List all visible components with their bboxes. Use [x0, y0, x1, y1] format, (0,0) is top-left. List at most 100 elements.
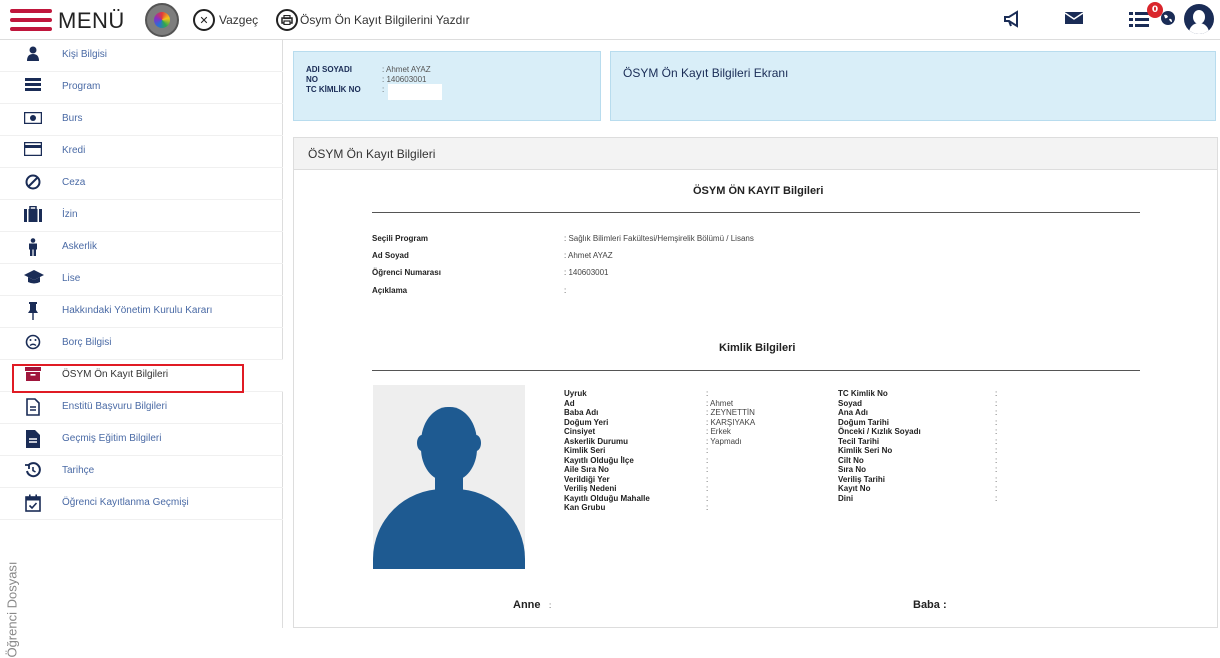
sidebar-item-kredi[interactable]: Kredi	[0, 136, 283, 168]
envelope-icon[interactable]	[1064, 10, 1084, 31]
print-button[interactable]: Ösym Ön Kayıt Bilgilerini Yazdır	[300, 13, 470, 27]
globe-icon[interactable]	[1160, 10, 1176, 31]
identity-field-label: Dini	[838, 494, 854, 503]
sidebar-item-kisi-bilgisi[interactable]: Kişi Bilgisi	[0, 40, 283, 72]
identity-field-label: Soyad	[838, 399, 863, 408]
identity-field-label: Doğum Tarihi	[838, 418, 889, 427]
student-photo-placeholder	[373, 385, 525, 569]
sidebar-item-gecmis-egitim[interactable]: Geçmiş Eğitim Bilgileri	[0, 424, 283, 456]
info-label: Seçili Program	[372, 234, 429, 243]
identity-field-label: Kayıt No	[838, 484, 871, 493]
tc-value: :	[382, 85, 385, 94]
identity-field-label: Önceki / Kızlık Soyadı	[838, 427, 921, 436]
identity-field-label: Cinsiyet	[564, 427, 596, 436]
identity-field-label: TC Kimlik No	[838, 389, 888, 398]
credit-card-icon	[23, 141, 43, 160]
sidebar-item-tarihce[interactable]: Tarihçe	[0, 456, 283, 488]
tc-redacted-field	[388, 84, 442, 100]
ban-icon	[24, 174, 42, 192]
sidebar-item-program[interactable]: Program	[0, 72, 283, 104]
sidebar-item-yonetim-kurulu[interactable]: Hakkındaki Yönetim Kurulu Kararı	[0, 296, 283, 328]
money-icon	[23, 110, 43, 128]
identity-field-label: Sıra No	[838, 465, 867, 474]
sidebar-item-label: Enstitü Başvuru Bilgileri	[62, 401, 168, 412]
info-value: :	[564, 286, 567, 295]
identity-field-value: :	[995, 389, 998, 398]
sidebar-item-ceza[interactable]: Ceza	[0, 168, 283, 200]
soldier-icon	[24, 238, 42, 256]
identity-field-value: :	[706, 494, 709, 503]
sidebar-item-askerlik[interactable]: Askerlik	[0, 232, 283, 264]
identity-field-value: :	[706, 389, 709, 398]
top-bar: MENÜ ✕ Vazgeç Ösym Ön Kayıt Bilgilerini …	[0, 0, 1220, 40]
identity-field-label: Kimlik Seri	[564, 446, 606, 455]
name-label: ADI SOYADI	[306, 65, 352, 74]
sidebar-item-borc-bilgisi[interactable]: Borç Bilgisi	[0, 328, 283, 360]
identity-field-value: : KARŞIYAKA	[706, 418, 756, 427]
info-label: Açıklama	[372, 286, 408, 295]
university-logo	[145, 3, 179, 37]
info-value: : Ahmet AYAZ	[564, 251, 613, 260]
identity-field-value: :	[706, 465, 709, 474]
osym-section-title: ÖSYM ÖN KAYIT Bilgileri	[693, 185, 824, 197]
identity-field-value: : ZEYNETTİN	[706, 408, 755, 417]
cancel-button[interactable]: Vazgeç	[219, 13, 258, 27]
identity-field-value: : Ahmet	[706, 399, 734, 408]
selection-highlight	[12, 364, 244, 393]
sidebar-item-label: Burs	[62, 113, 83, 124]
sidebar-item-label: Ceza	[62, 177, 86, 188]
info-label: Ad Soyad	[372, 251, 409, 260]
identity-field-value: :	[995, 427, 998, 436]
identity-field-label: Veriliş Tarihi	[838, 475, 885, 484]
identity-field-value: :	[706, 446, 709, 455]
pin-icon	[24, 302, 42, 320]
sidebar-item-label: Borç Bilgisi	[62, 337, 112, 348]
identity-field-label: Baba Adı	[564, 408, 599, 417]
identity-field-label: Veriliş Nedeni	[564, 484, 617, 493]
mother-value: :	[549, 601, 552, 610]
identity-field-value: :	[706, 484, 709, 493]
section-divider	[372, 370, 1140, 371]
sidebar-item-enstitu-basvuru[interactable]: Enstitü Başvuru Bilgileri	[0, 392, 283, 424]
sidebar-item-lise[interactable]: Lise	[0, 264, 283, 296]
identity-field-value: : Erkek	[706, 427, 731, 436]
sidebar-item-label: Kredi	[62, 145, 86, 156]
sidebar-item-label: İzin	[62, 209, 78, 220]
person-icon	[24, 46, 42, 64]
user-avatar-icon[interactable]	[1184, 4, 1214, 34]
cancel-icon[interactable]: ✕	[193, 9, 215, 31]
identity-field-value: :	[995, 456, 998, 465]
menu-label[interactable]: MENÜ	[58, 8, 125, 34]
identity-field-value: :	[995, 475, 998, 484]
history-icon	[24, 462, 42, 480]
print-icon[interactable]	[276, 9, 298, 31]
sidebar: Kişi Bilgisi Program Burs Kredi Ceza İzi…	[0, 40, 283, 658]
identity-field-label: Tecil Tarihi	[838, 437, 880, 446]
identity-field-value: :	[995, 446, 998, 455]
sidebar-item-label: Tarihçe	[62, 465, 95, 476]
identity-field-label: Uyruk	[564, 389, 587, 398]
identity-field-label: Kan Grubu	[564, 503, 606, 512]
sidebar-item-label: Öğrenci Kayıtlanma Geçmişi	[62, 497, 189, 508]
identity-field-value: :	[995, 494, 998, 503]
sidebar-item-izin[interactable]: İzin	[0, 200, 283, 232]
hamburger-menu-icon[interactable]	[10, 9, 52, 31]
identity-field-label: Kimlik Seri No	[838, 446, 893, 455]
document-icon	[24, 398, 42, 416]
megaphone-icon[interactable]	[1003, 10, 1023, 33]
identity-field-value: :	[706, 475, 709, 484]
screen-title-box	[610, 51, 1216, 121]
identity-field-label: Aile Sıra No	[564, 465, 609, 474]
identity-field-label: Kayıtlı Olduğu Mahalle	[564, 494, 650, 503]
tc-label: TC KİMLİK NO	[306, 85, 361, 94]
identity-field-value: :	[995, 399, 998, 408]
identity-field-value: :	[995, 418, 998, 427]
identity-field-value: :	[995, 484, 998, 493]
identity-field-value: :	[995, 437, 998, 446]
sidebar-item-kayitlanma-gecmisi[interactable]: Öğrenci Kayıtlanma Geçmişi	[0, 488, 283, 520]
sidebar-item-burs[interactable]: Burs	[0, 104, 283, 136]
screen-title: ÖSYM Ön Kayıt Bilgileri Ekranı	[623, 66, 789, 80]
identity-section-title: Kimlik Bilgileri	[719, 342, 796, 354]
identity-field-label: Askerlik Durumu	[564, 437, 629, 446]
sidebar-item-label: Program	[62, 81, 101, 92]
